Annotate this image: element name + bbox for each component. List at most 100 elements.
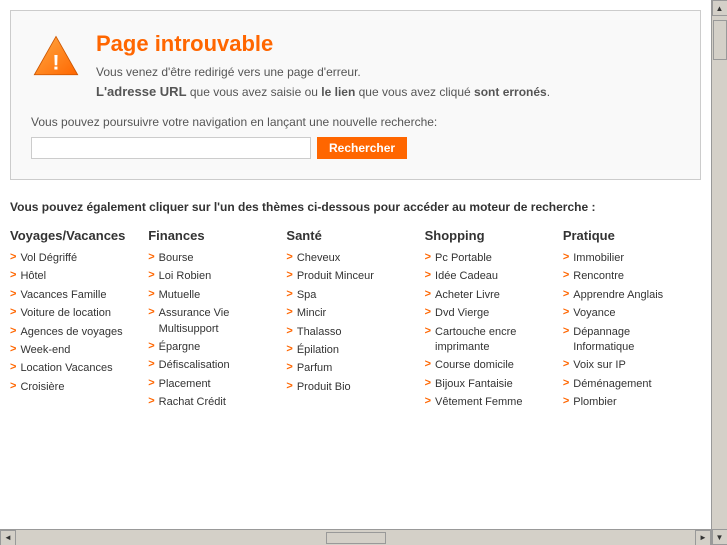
category-link-0-0[interactable]: Vol Dégriffé	[20, 251, 77, 266]
category-link-1-7[interactable]: Rachat Crédit	[159, 395, 226, 410]
list-item: >Vêtement Femme	[425, 395, 553, 410]
list-item: > Épargne	[148, 340, 276, 355]
category-link-0-1[interactable]: Hôtel	[20, 269, 46, 284]
category-arrow-icon: >	[148, 377, 154, 389]
category-title-1: Finances	[148, 228, 276, 243]
category-link-2-1[interactable]: Produit Minceur	[297, 269, 374, 284]
category-link-4-2[interactable]: Apprendre Anglais	[573, 288, 663, 303]
list-item: >Thalasso	[286, 325, 414, 340]
list-item: >Dvd Vierge	[425, 306, 553, 321]
category-link-0-5[interactable]: Week-end	[20, 343, 70, 358]
scroll-left-button[interactable]: ◄	[0, 530, 16, 545]
category-title-2: Santé	[286, 228, 414, 243]
category-link-4-7[interactable]: Plombier	[573, 395, 616, 410]
error-line1: Vous venez d'être redirigé vers une page…	[96, 63, 550, 82]
category-link-0-2[interactable]: Vacances Famille	[20, 288, 106, 303]
list-item: >Agences de voyages	[10, 325, 138, 340]
search-row: Rechercher	[31, 137, 680, 159]
horizontal-scrollbar[interactable]: ◄ ►	[0, 529, 711, 545]
list-item: > Vol Dégriffé	[10, 251, 138, 266]
search-input[interactable]	[31, 137, 311, 159]
scroll-track-v	[712, 16, 727, 529]
scroll-down-button[interactable]: ▼	[712, 529, 727, 545]
list-item: > Cheveux	[286, 251, 414, 266]
error-sont-errores: sont erronés	[474, 85, 547, 99]
category-title-3: Shopping	[425, 228, 553, 243]
list-item: > Idée Cadeau	[425, 269, 553, 284]
category-link-4-6[interactable]: Déménagement	[573, 377, 651, 392]
category-link-1-1[interactable]: Loi Robien	[159, 269, 212, 284]
category-link-4-4[interactable]: Dépannage Informatique	[573, 325, 691, 356]
category-arrow-icon: >	[10, 251, 16, 263]
category-link-3-1[interactable]: Idée Cadeau	[435, 269, 498, 284]
category-col-4: Pratique>Immobilier>Rencontre>Apprendre …	[563, 228, 701, 414]
category-arrow-icon: >	[148, 306, 154, 318]
error-line2: L'adresse URL que vous avez saisie ou le…	[96, 82, 550, 103]
list-item: > Hôtel	[10, 269, 138, 284]
category-link-2-3[interactable]: Mincir	[297, 306, 326, 321]
list-item: > Assurance Vie Multisupport	[148, 306, 276, 337]
category-link-3-0[interactable]: Pc Portable	[435, 251, 492, 266]
category-arrow-icon: >	[10, 361, 16, 373]
search-button[interactable]: Rechercher	[317, 137, 407, 159]
error-link-text: le lien	[321, 85, 355, 99]
scroll-right-button[interactable]: ►	[695, 530, 711, 545]
category-link-1-0[interactable]: Bourse	[159, 251, 194, 266]
category-col-3: Shopping > Pc Portable > Idée Cadeau >Acheter…	[425, 228, 563, 414]
category-link-2-0[interactable]: Cheveux	[297, 251, 340, 266]
category-link-2-2[interactable]: Spa	[297, 288, 317, 303]
category-link-3-3[interactable]: Dvd Vierge	[435, 306, 489, 321]
category-link-4-0[interactable]: Immobilier	[573, 251, 624, 266]
scroll-up-button[interactable]: ▲	[712, 0, 727, 16]
category-link-2-5[interactable]: Épilation	[297, 343, 339, 358]
category-arrow-icon: >	[10, 269, 16, 281]
category-arrow-icon: >	[148, 340, 154, 352]
error-text-block: Vous venez d'être redirigé vers une page…	[96, 63, 550, 103]
category-link-0-4[interactable]: Agences de voyages	[20, 325, 122, 340]
categories-intro: Vous pouvez également cliquer sur l'un d…	[10, 200, 701, 214]
category-link-4-5[interactable]: Voix sur IP	[573, 358, 626, 373]
category-arrow-icon: >	[10, 306, 16, 318]
scroll-thumb-h[interactable]	[326, 532, 386, 544]
category-link-0-7[interactable]: Croisière	[20, 380, 64, 395]
search-section: Vous pouvez poursuivre votre navigation …	[31, 115, 680, 159]
category-arrow-icon: >	[286, 343, 292, 355]
list-item: > Mutuelle	[148, 288, 276, 303]
vertical-scrollbar[interactable]: ▲ ▼	[711, 0, 727, 545]
category-arrow-icon: >	[425, 269, 431, 281]
scroll-thumb-v[interactable]	[713, 20, 727, 60]
list-item: >Produit Bio	[286, 380, 414, 395]
category-arrow-icon: >	[563, 325, 569, 337]
category-link-3-7[interactable]: Vêtement Femme	[435, 395, 522, 410]
category-arrow-icon: >	[148, 251, 154, 263]
list-item: >Plombier	[563, 395, 691, 410]
category-arrow-icon: >	[286, 251, 292, 263]
category-link-1-3[interactable]: Assurance Vie Multisupport	[159, 306, 277, 337]
error-url-text: L'adresse URL	[96, 84, 187, 99]
category-link-3-6[interactable]: Bijoux Fantaisie	[435, 377, 513, 392]
category-link-4-3[interactable]: Voyance	[573, 306, 615, 321]
category-link-2-6[interactable]: Parfum	[297, 361, 332, 376]
category-arrow-icon: >	[148, 288, 154, 300]
category-link-1-6[interactable]: Placement	[159, 377, 211, 392]
category-link-1-4[interactable]: Épargne	[159, 340, 201, 355]
category-link-3-4[interactable]: Cartouche encre imprimante	[435, 325, 553, 356]
category-link-4-1[interactable]: Rencontre	[573, 269, 624, 284]
category-link-1-2[interactable]: Mutuelle	[159, 288, 201, 303]
list-item: >Acheter Livre	[425, 288, 553, 303]
category-link-3-5[interactable]: Course domicile	[435, 358, 514, 373]
category-link-0-3[interactable]: Voiture de location	[20, 306, 111, 321]
category-arrow-icon: >	[286, 306, 292, 318]
list-item: >Vacances Famille	[10, 288, 138, 303]
category-arrow-icon: >	[425, 377, 431, 389]
list-item: >Parfum	[286, 361, 414, 376]
category-link-2-7[interactable]: Produit Bio	[297, 380, 351, 395]
list-item: >Défiscalisation	[148, 358, 276, 373]
category-list-2: >Cheveux>Produit Minceur>Spa>Mincir>Thal…	[286, 251, 414, 395]
category-arrow-icon: >	[563, 306, 569, 318]
category-link-1-5[interactable]: Défiscalisation	[159, 358, 230, 373]
error-title-block: Page introuvable Vous venez d'être redir…	[96, 31, 550, 103]
category-link-0-6[interactable]: Location Vacances	[20, 361, 112, 376]
category-link-3-2[interactable]: Acheter Livre	[435, 288, 500, 303]
category-link-2-4[interactable]: Thalasso	[297, 325, 342, 340]
